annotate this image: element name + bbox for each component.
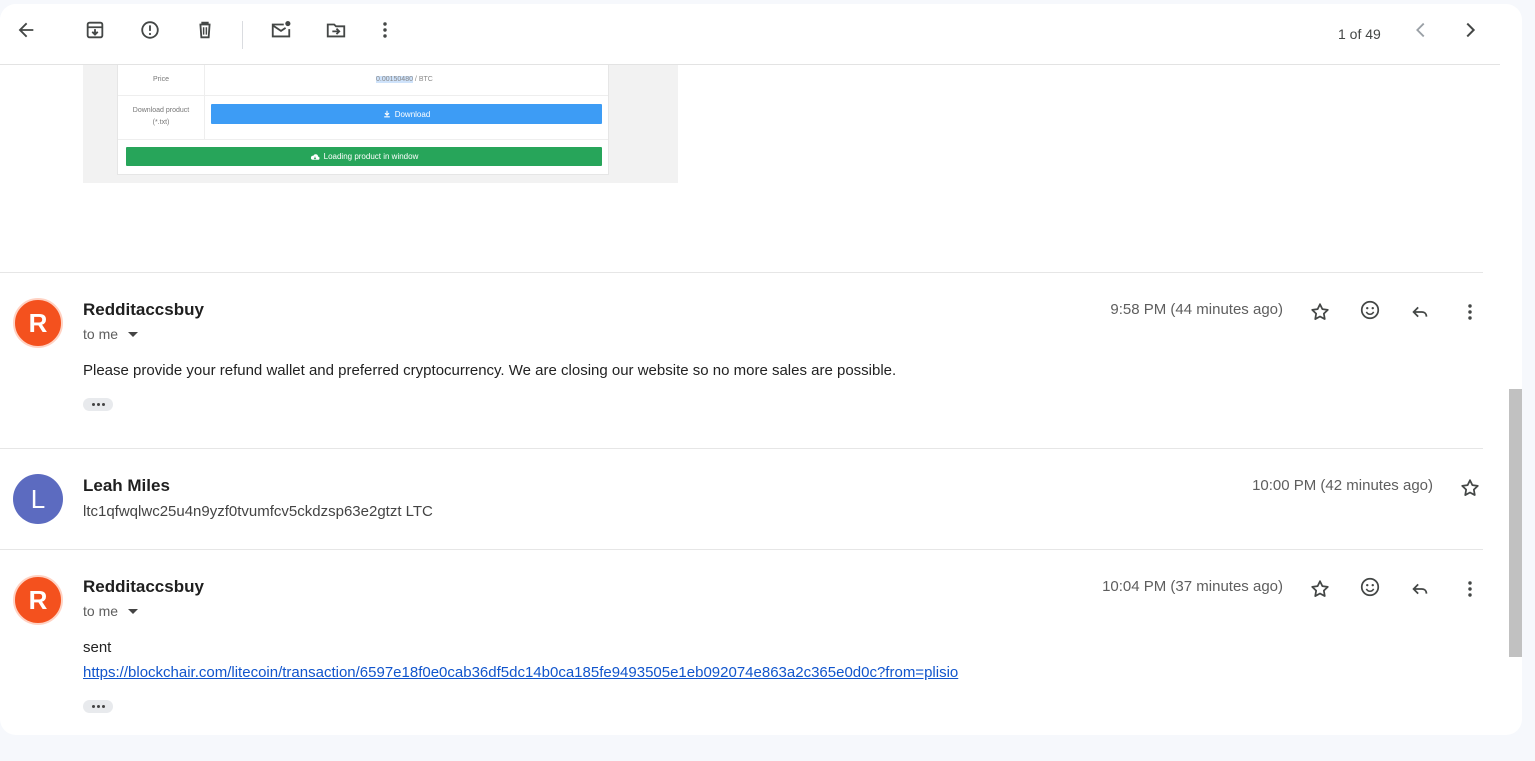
toolbar-divider bbox=[242, 21, 243, 49]
download-icon bbox=[383, 110, 390, 118]
show-trimmed-content-button[interactable] bbox=[83, 700, 113, 713]
caret-down-icon bbox=[128, 331, 139, 337]
download-button-label: Download bbox=[394, 109, 431, 119]
recipient-label: to me bbox=[83, 326, 119, 342]
toolbar: 1 of 49 bbox=[0, 4, 1500, 65]
show-trimmed-content-button[interactable] bbox=[83, 398, 113, 411]
message-body: Please provide your refund wallet and pr… bbox=[83, 362, 897, 379]
email-thread-panel: 1 of 49 Price 0.00150480 / BTC Download … bbox=[0, 4, 1522, 735]
more-vert-icon[interactable] bbox=[374, 19, 396, 41]
star-icon[interactable] bbox=[1308, 300, 1332, 324]
download-label-line-1: Download product bbox=[132, 107, 190, 114]
message-body: sent bbox=[83, 639, 112, 656]
avatar[interactable]: R bbox=[13, 298, 63, 348]
download-button: Download bbox=[211, 104, 602, 124]
avatar[interactable]: R bbox=[13, 575, 63, 625]
emoji-reaction-icon[interactable] bbox=[1358, 575, 1382, 599]
archive-icon[interactable] bbox=[84, 19, 106, 41]
back-arrow-icon[interactable] bbox=[15, 19, 37, 41]
mark-unread-icon[interactable] bbox=[270, 19, 292, 41]
star-icon[interactable] bbox=[1458, 476, 1482, 500]
more-vert-icon[interactable] bbox=[1458, 577, 1482, 601]
cloud-download-icon bbox=[310, 153, 320, 160]
caret-down-icon bbox=[128, 608, 139, 614]
move-to-icon[interactable] bbox=[325, 19, 347, 41]
recipient-label: to me bbox=[83, 603, 119, 619]
avatar[interactable]: L bbox=[13, 474, 63, 524]
sender-name[interactable]: Redditaccsbuy bbox=[83, 300, 204, 320]
message-separator bbox=[0, 272, 1483, 273]
product-card: Price 0.00150480 / BTC Download product … bbox=[117, 65, 609, 175]
price-value-highlight: 0.00150480 bbox=[376, 76, 413, 83]
delete-icon[interactable] bbox=[194, 19, 216, 41]
download-product-label: Download product (*.txt) bbox=[118, 105, 204, 129]
message-time: 10:00 PM (42 minutes ago) bbox=[1252, 477, 1433, 494]
embedded-image: Price 0.00150480 / BTC Download product … bbox=[83, 65, 678, 183]
emoji-reaction-icon[interactable] bbox=[1358, 298, 1382, 322]
message-time: 10:04 PM (37 minutes ago) bbox=[1102, 578, 1283, 595]
price-label: Price bbox=[153, 76, 169, 83]
report-spam-icon[interactable] bbox=[139, 19, 161, 41]
more-vert-icon[interactable] bbox=[1458, 300, 1482, 324]
chevron-right-icon[interactable] bbox=[1459, 19, 1481, 41]
price-value-unit: / BTC bbox=[412, 76, 433, 83]
transaction-link[interactable]: https://blockchair.com/litecoin/transact… bbox=[83, 664, 958, 681]
reply-icon[interactable] bbox=[1408, 577, 1432, 601]
chevron-left-icon[interactable] bbox=[1410, 19, 1432, 41]
sender-name[interactable]: Redditaccsbuy bbox=[83, 577, 204, 597]
message-snippet: ltc1qfwqlwc25u4n9yzf0tvumfcv5ckdzsp63e2g… bbox=[83, 503, 433, 520]
message-time: 9:58 PM (44 minutes ago) bbox=[1110, 301, 1283, 318]
loading-button-label: Loading product in window bbox=[323, 152, 419, 161]
pagination-count: 1 of 49 bbox=[1338, 26, 1381, 42]
reply-icon[interactable] bbox=[1408, 300, 1432, 324]
scrollbar-thumb[interactable] bbox=[1509, 389, 1522, 657]
message-separator bbox=[0, 549, 1483, 550]
price-value: 0.00150480 / BTC bbox=[376, 76, 433, 83]
price-row: Price 0.00150480 / BTC bbox=[118, 65, 608, 96]
loading-product-button: Loading product in window bbox=[126, 147, 602, 166]
recipient-details-toggle[interactable]: to me bbox=[83, 603, 139, 619]
star-icon[interactable] bbox=[1308, 577, 1332, 601]
message-separator bbox=[0, 448, 1483, 449]
sender-name[interactable]: Leah Miles bbox=[83, 476, 170, 496]
recipient-details-toggle[interactable]: to me bbox=[83, 326, 139, 342]
download-label-line-2: (*.txt) bbox=[152, 119, 170, 126]
